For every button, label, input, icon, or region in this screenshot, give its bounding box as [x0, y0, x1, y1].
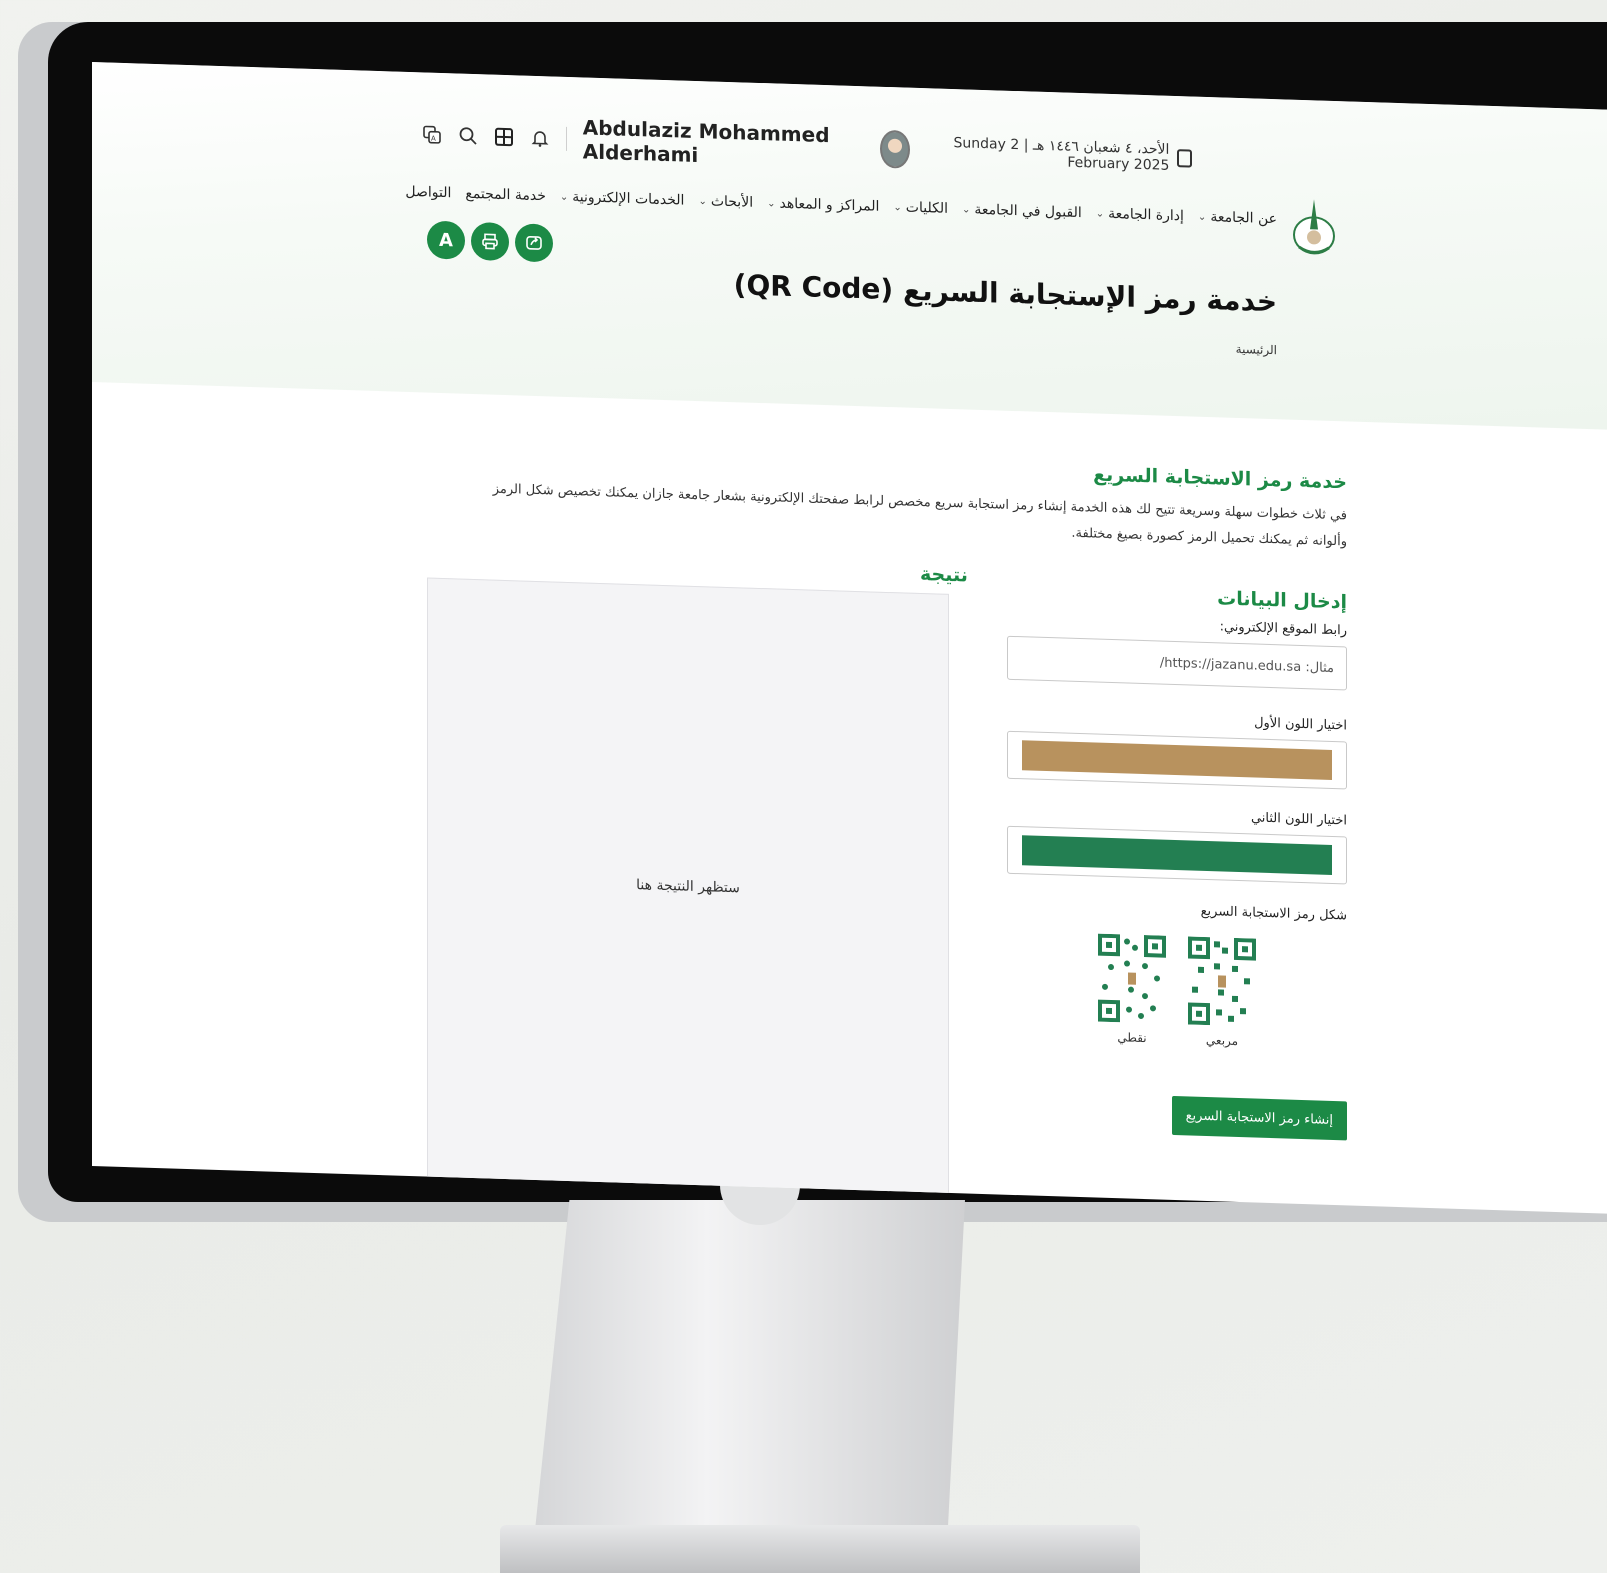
chevron-down-icon: ⌄ [893, 201, 902, 213]
translate-icon[interactable]: A [422, 121, 442, 148]
print-icon [482, 233, 498, 250]
shape-label-dotted: نقطي [1117, 1030, 1147, 1046]
color1-picker[interactable] [1007, 730, 1347, 790]
print-button[interactable] [471, 221, 509, 262]
share-button[interactable] [515, 223, 553, 263]
svg-text:A: A [431, 135, 436, 143]
date-text: الأحد، ٤ شعبان ١٤٤٦ هـ | Sunday 2 Februa… [953, 135, 1170, 174]
result-panel: ستظهر النتيجة هنا [427, 577, 949, 1196]
monitor-stand [535, 1200, 965, 1530]
result-placeholder: ستظهر النتيجة هنا [636, 877, 740, 897]
generate-qr-button[interactable]: إنشاء رمز الاستجابة السريع [1171, 1095, 1347, 1141]
shape-option-square[interactable]: مربعي [1188, 936, 1256, 1048]
page-actions: A [427, 220, 553, 263]
chevron-down-icon: ⌄ [962, 203, 971, 216]
shape-option-dotted[interactable]: نقطي [1098, 933, 1166, 1046]
qr-square-icon [1188, 936, 1256, 1026]
nav-item-contact[interactable]: التواصل [405, 184, 451, 201]
share-icon [526, 235, 542, 250]
bell-icon[interactable] [530, 125, 550, 152]
chevron-down-icon: ⌄ [559, 191, 569, 203]
calendar-icon [1177, 149, 1192, 168]
shape-options: مربعي نقطي [1007, 931, 1347, 1052]
nav-item-about[interactable]: عن الجامعة ⌄ [1198, 209, 1277, 227]
browser-screen: A Abdulaziz Mohammed Alderhami الأحد، ٤ … [92, 62, 1607, 1214]
input-form: إدخال البيانات رابط الموقع الإلكتروني: ا… [1007, 581, 1347, 1141]
shape-label: شكل رمز الاستجابة السريع [1200, 903, 1347, 924]
nav-item-colleges[interactable]: الكليات ⌄ [893, 199, 948, 217]
color2-swatch [1022, 835, 1332, 875]
shape-label-square: مربعي [1205, 1033, 1239, 1049]
url-label: رابط الموقع الإلكتروني: [1219, 619, 1347, 639]
user-name[interactable]: Abdulaziz Mohammed Alderhami [583, 115, 865, 172]
divider [566, 126, 567, 151]
color2-label: اختيار اللون الثاني [1250, 810, 1347, 829]
form-section-title: إدخال البيانات [1217, 587, 1347, 614]
university-logo[interactable] [1289, 195, 1339, 263]
font-size-button[interactable]: A [427, 220, 465, 260]
nav-item-community[interactable]: خدمة المجتمع [465, 186, 546, 205]
chevron-down-icon: ⌄ [1197, 211, 1207, 223]
chevron-down-icon: ⌄ [767, 197, 776, 209]
date-display: الأحد، ٤ شعبان ١٤٤٦ هـ | Sunday 2 Februa… [926, 134, 1192, 174]
url-input[interactable] [1007, 635, 1347, 691]
service-title: خدمة رمز الاستجابة السريع [1093, 463, 1347, 494]
avatar[interactable] [880, 129, 911, 169]
nav-item-administration[interactable]: إدارة الجامعة ⌄ [1095, 206, 1184, 224]
grid-icon[interactable] [494, 124, 514, 151]
color1-swatch [1022, 740, 1332, 780]
result-title: نتيجة [920, 563, 968, 587]
color2-picker[interactable] [1007, 825, 1347, 885]
hero-background [92, 62, 1607, 430]
qr-dotted-icon [1098, 933, 1166, 1023]
nav-item-research[interactable]: الأبحاث ⌄ [698, 193, 753, 210]
chevron-down-icon: ⌄ [698, 195, 707, 207]
chevron-down-icon: ⌄ [1095, 208, 1105, 220]
color1-label: اختيار اللون الأول [1254, 715, 1347, 734]
monitor-base [500, 1525, 1140, 1573]
search-icon[interactable] [458, 123, 478, 150]
breadcrumb[interactable]: الرئيسية [1236, 342, 1277, 357]
